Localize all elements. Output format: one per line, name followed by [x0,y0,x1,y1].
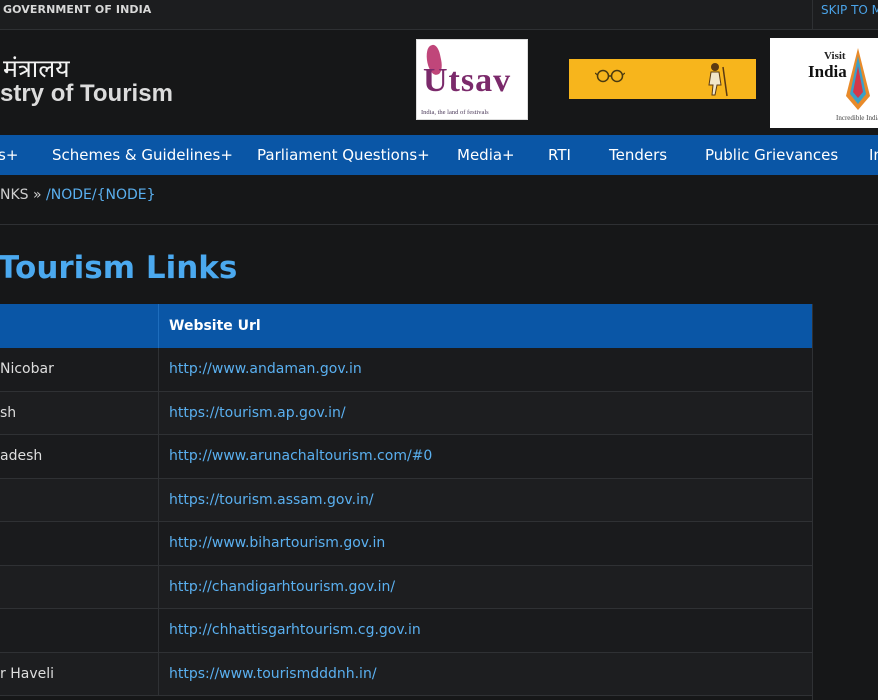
website-url-link[interactable]: https://tourism.ap.gov.in/ [169,392,346,434]
table-row: sh https://tourism.ap.gov.in/ [0,391,812,435]
breadcrumb-prefix[interactable]: NKS » [0,187,46,203]
table-row: adesh http://www.arunachaltourism.com/#0 [0,435,812,479]
nav-item-clipped[interactable]: s+ [0,135,18,175]
nav-item-public-grievances[interactable]: Public Grievances [705,135,838,175]
state-cell: r Haveli [0,665,54,682]
nav-item-media[interactable]: Media+ [457,135,515,175]
column-divider [158,609,159,652]
skip-to-main-link[interactable]: SKIP TO M [812,0,878,29]
table-right-border [812,304,813,700]
column-divider [158,478,159,521]
swachh-bharat-banner[interactable] [569,59,756,99]
website-url-link[interactable]: http://chandigarhtourism.gov.in/ [169,566,395,608]
state-cell: adesh [0,448,43,464]
nav-item-rti[interactable]: RTI [548,135,571,175]
page-title: Tourism Links [0,250,238,286]
breadcrumb: NKS » /NODE/{NODE} [0,187,156,203]
incredible-india-text: Incredible India [836,114,878,122]
column-divider [158,435,159,478]
visit-text: Visit [824,50,846,62]
column-divider [158,304,159,348]
nav-item-more[interactable]: In [869,135,878,175]
table-row: http://chandigarhtourism.gov.in/ [0,565,812,609]
visit-india-logo[interactable]: Visit India Incredible India [770,38,878,128]
nav-item-schemes-guidelines[interactable]: Schemes & Guidelines+ [52,135,233,175]
tourism-links-table: Website Url Nicobar http://www.andaman.g… [0,304,812,696]
main-navigation: s+ Schemes & Guidelines+ Parliament Ques… [0,135,878,175]
table-body: Nicobar http://www.andaman.gov.in sh htt… [0,348,812,696]
divider [0,224,878,225]
table-row: r Haveli https://www.tourismdddnh.in/ [0,652,812,696]
ministry-title-english[interactable]: stry of Tourism [0,80,173,108]
table-row: Nicobar http://www.andaman.gov.in [0,348,812,392]
website-url-link[interactable]: http://www.andaman.gov.in [169,348,362,390]
column-divider [158,522,159,565]
nav-item-parliament-questions[interactable]: Parliament Questions+ [257,135,430,175]
utsav-logo-word: Utsav [423,62,512,99]
table-row: http://www.bihartourism.gov.in [0,522,812,566]
website-url-link[interactable]: https://tourism.assam.gov.in/ [169,479,374,521]
column-divider [158,565,159,608]
table-row: http://chhattisgarhtourism.cg.gov.in [0,609,812,653]
website-url-link[interactable]: http://chhattisgarhtourism.cg.gov.in [169,609,421,651]
gandhi-walking-icon [708,63,728,97]
column-header-website-url: Website Url [169,318,261,334]
nav-item-tenders[interactable]: Tenders [609,135,667,175]
column-divider [158,348,159,391]
website-url-link[interactable]: http://www.arunachaltourism.com/#0 [169,435,432,477]
website-url-link[interactable]: https://www.tourismdddnh.in/ [169,653,377,695]
site-header: मंत्रालय stry of Tourism Utsav India, th… [0,30,878,134]
top-strip: GOVERNMENT OF INDIA SKIP TO M [0,0,878,30]
india-text: India [808,62,847,81]
column-divider [158,391,159,434]
website-url-link[interactable]: http://www.bihartourism.gov.in [169,522,385,564]
government-label: GOVERNMENT OF INDIA [3,3,152,16]
utsav-logo[interactable]: Utsav India, the land of festivals [416,39,528,120]
state-cell: Nicobar [0,361,54,377]
breadcrumb-current: /NODE/{NODE} [46,187,156,203]
state-cell: sh [0,404,17,421]
utsav-logo-tagline: India, the land of festivals [421,109,489,116]
table-header: Website Url [0,304,812,348]
column-divider [158,652,159,695]
table-row: https://tourism.assam.gov.in/ [0,478,812,522]
gandhi-glasses-icon [595,69,625,83]
